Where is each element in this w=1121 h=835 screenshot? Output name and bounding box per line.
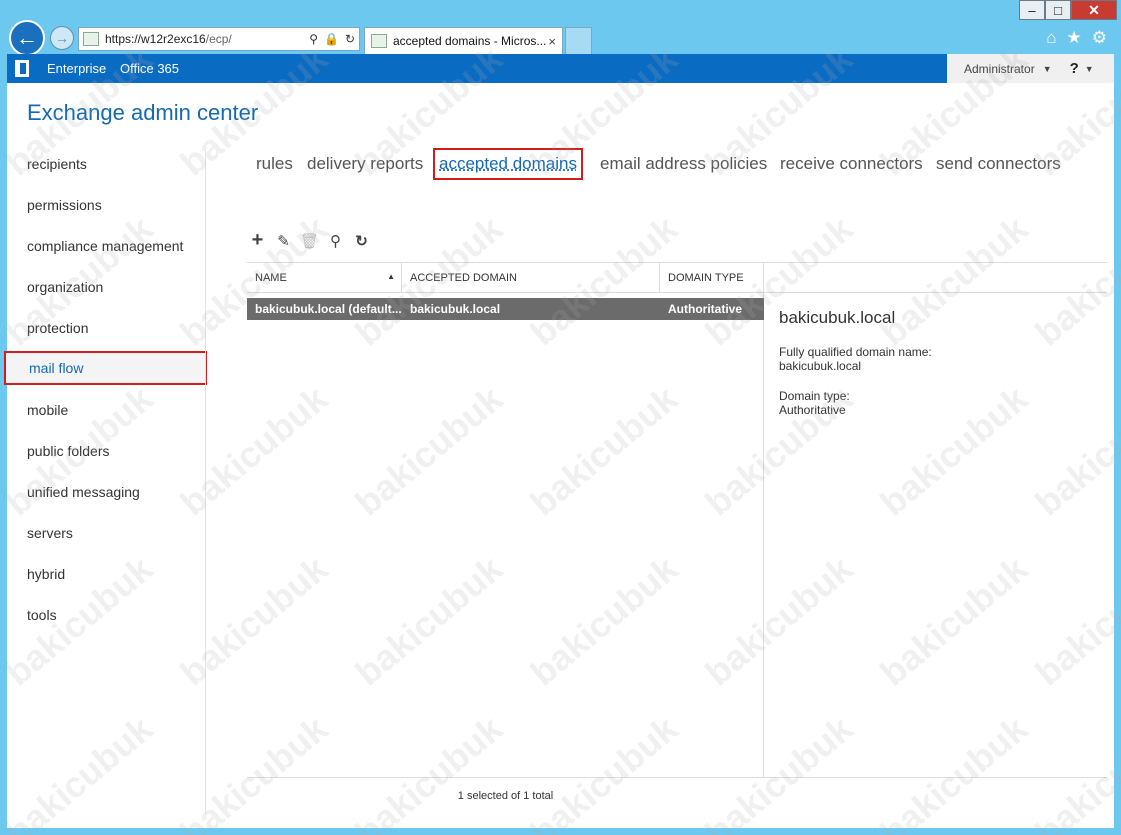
address-host: https://w12r2exc16 bbox=[105, 32, 206, 46]
column-header-label: DOMAIN TYPE bbox=[668, 272, 744, 284]
user-menu[interactable]: Administrator ▼ ? ▼ bbox=[947, 54, 1114, 83]
tab-email-address-policies[interactable]: email address policies bbox=[600, 154, 767, 174]
nav-item-protection[interactable]: protection bbox=[7, 311, 207, 345]
detail-fqdn-label: Fully qualified domain name: bbox=[779, 345, 932, 359]
grid-toolbar: + ✎ 🗑 ⚲ ↻ bbox=[249, 229, 370, 251]
column-header-name[interactable]: NAME ▲ bbox=[247, 263, 402, 293]
browser-toolbar-icons: ⌂ ★ ⚙ bbox=[1046, 28, 1107, 48]
column-header-domain-type[interactable]: DOMAIN TYPE bbox=[660, 263, 764, 293]
nav-item-hybrid[interactable]: hybrid bbox=[7, 557, 207, 591]
nav-item-mobile[interactable]: mobile bbox=[7, 393, 207, 427]
nav-item-permissions[interactable]: permissions bbox=[7, 188, 207, 222]
arrow-left-icon: ← bbox=[16, 25, 38, 50]
accepted-domains-grid: NAME ▲ ACCEPTED DOMAIN DOMAIN TYPE bakic… bbox=[247, 262, 764, 777]
search-icon[interactable]: ⚲ bbox=[309, 32, 318, 46]
suite-link-enterprise[interactable]: Enterprise bbox=[47, 61, 106, 76]
maximize-button[interactable]: □ bbox=[1045, 0, 1071, 20]
column-header-label: NAME bbox=[255, 272, 287, 284]
cell-domain-type: Authoritative bbox=[668, 302, 743, 316]
cell-name: bakicubuk.local (default... bbox=[255, 302, 402, 316]
nav-item-servers[interactable]: servers bbox=[7, 516, 207, 550]
help-chevron-down-icon: ▼ bbox=[1084, 63, 1094, 74]
browser-tab-active[interactable]: accepted domains - Micros... × bbox=[364, 27, 563, 54]
back-button[interactable]: ← bbox=[9, 20, 45, 56]
add-icon[interactable]: + bbox=[249, 229, 266, 251]
edit-icon[interactable]: ✎ bbox=[275, 232, 292, 250]
details-pane: bakicubuk.local Fully qualified domain n… bbox=[779, 308, 1099, 417]
nav-item-tools[interactable]: tools bbox=[7, 598, 207, 632]
nav-item-organization[interactable]: organization bbox=[7, 270, 207, 304]
detail-fqdn-value: bakicubuk.local bbox=[779, 359, 862, 373]
home-icon[interactable]: ⌂ bbox=[1046, 28, 1056, 48]
nav-item-unified-messaging[interactable]: unified messaging bbox=[7, 475, 207, 509]
page-title: Exchange admin center bbox=[27, 100, 259, 125]
column-header-label: ACCEPTED DOMAIN bbox=[410, 272, 517, 284]
search-icon[interactable]: ⚲ bbox=[327, 232, 344, 250]
detail-header-bar bbox=[764, 262, 1107, 293]
suite-link-office365[interactable]: Office 365 bbox=[120, 61, 179, 76]
selection-status: 1 selected of 1 total bbox=[457, 790, 554, 802]
favorites-star-icon[interactable]: ★ bbox=[1067, 28, 1082, 48]
arrow-right-icon: → bbox=[55, 30, 69, 46]
close-window-button[interactable]: ✕ bbox=[1071, 0, 1117, 20]
window-controls: – □ ✕ bbox=[1019, 0, 1117, 20]
cell-accepted-domain: bakicubuk.local bbox=[410, 302, 501, 316]
chevron-down-icon: ▼ bbox=[1042, 63, 1052, 74]
help-menu[interactable]: ? bbox=[1070, 60, 1079, 77]
refresh-icon[interactable]: ↻ bbox=[353, 232, 370, 250]
delete-icon[interactable]: 🗑 bbox=[300, 232, 319, 250]
minimize-button[interactable]: – bbox=[1019, 0, 1045, 20]
nav-divider bbox=[205, 150, 206, 814]
detail-title: bakicubuk.local bbox=[779, 308, 896, 327]
eac-app: Exchange admin center recipients permiss… bbox=[4, 83, 1114, 828]
tab-receive-connectors[interactable]: receive connectors bbox=[780, 154, 923, 174]
tab-delivery-reports[interactable]: delivery reports bbox=[307, 154, 423, 174]
refresh-icon[interactable]: ↻ bbox=[345, 32, 355, 46]
browser-chrome: – □ ✕ ← → https://w12r2exc16/ecp/ ⚲ 🔒 ↻ … bbox=[0, 0, 1121, 56]
tab-favicon-icon bbox=[371, 34, 387, 48]
tab-title: accepted domains - Micros... bbox=[393, 34, 547, 48]
office-logo-icon bbox=[15, 60, 29, 77]
detail-type-label: Domain type: bbox=[779, 389, 850, 403]
new-tab-button[interactable] bbox=[565, 27, 592, 54]
table-row[interactable]: bakicubuk.local (default... bakicubuk.lo… bbox=[247, 298, 764, 320]
address-path: /ecp/ bbox=[205, 32, 232, 46]
address-bar[interactable]: https://w12r2exc16/ecp/ ⚲ 🔒 ↻ bbox=[78, 27, 360, 51]
lock-icon[interactable]: 🔒 bbox=[324, 32, 339, 46]
user-name: Administrator bbox=[964, 61, 1035, 76]
nav-item-recipients[interactable]: recipients bbox=[7, 147, 207, 181]
grid-header: NAME ▲ ACCEPTED DOMAIN DOMAIN TYPE bbox=[247, 262, 764, 293]
tab-rules[interactable]: rules bbox=[256, 154, 293, 174]
site-favicon-icon bbox=[83, 32, 99, 46]
settings-gear-icon[interactable]: ⚙ bbox=[1092, 28, 1107, 48]
grid-footer-divider bbox=[247, 777, 1107, 778]
column-header-accepted-domain[interactable]: ACCEPTED DOMAIN bbox=[402, 263, 660, 293]
nav-item-mail-flow[interactable]: mail flow bbox=[4, 351, 207, 385]
tab-accepted-domains[interactable]: accepted domains bbox=[433, 148, 583, 180]
nav-item-compliance-management[interactable]: compliance management bbox=[7, 229, 207, 263]
forward-button[interactable]: → bbox=[50, 26, 74, 50]
suite-bar: Enterprise Office 365 Administrator ▼ ? … bbox=[7, 54, 1114, 83]
detail-type-value: Authoritative bbox=[779, 403, 846, 417]
close-tab-icon[interactable]: × bbox=[548, 34, 556, 49]
nav-item-public-folders[interactable]: public folders bbox=[7, 434, 207, 468]
sort-ascending-icon: ▲ bbox=[387, 272, 395, 281]
tab-send-connectors[interactable]: send connectors bbox=[936, 154, 1061, 174]
